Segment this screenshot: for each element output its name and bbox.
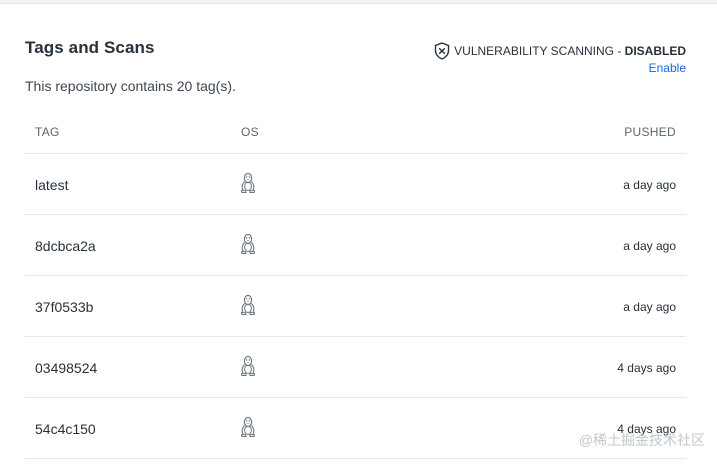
pushed-time: a day ago — [623, 300, 676, 314]
tag-count-text: This repository contains 20 tag(s). — [25, 78, 236, 94]
column-header-pushed[interactable]: PUSHED — [624, 125, 676, 139]
section-title: Tags and Scans — [25, 38, 155, 57]
tag-name[interactable]: 8dcbca2a — [35, 238, 96, 254]
table-row[interactable]: latest a day ago — [25, 154, 686, 215]
pushed-time: a day ago — [623, 178, 676, 192]
table-row[interactable]: 37f0533b a day ago — [25, 276, 686, 337]
tag-name[interactable]: 37f0533b — [35, 299, 93, 315]
vulnerability-label: VULNERABILITY SCANNING - — [454, 44, 625, 58]
tag-name[interactable]: 03498524 — [35, 360, 97, 376]
linux-icon — [239, 172, 257, 194]
watermark: @稀土掘金技术社区 — [578, 432, 705, 448]
tags-and-scans-panel: Tags and Scans This repository contains … — [0, 4, 717, 464]
linux-icon — [239, 233, 257, 255]
linux-icon — [239, 355, 257, 377]
column-header-tag: TAG — [35, 125, 60, 139]
linux-icon — [239, 294, 257, 316]
table-header: TAG OS PUSHED — [25, 113, 686, 154]
tag-name[interactable]: 54c4c150 — [35, 421, 96, 437]
table-row[interactable]: 03498524 4 days ago — [25, 337, 686, 398]
column-header-os: OS — [241, 125, 259, 139]
tag-name[interactable]: latest — [35, 177, 68, 193]
tags-table: TAG OS PUSHED latest a day ago 8dcbca2a — [25, 113, 686, 459]
enable-scanning-link[interactable]: Enable — [649, 61, 686, 75]
pushed-time: a day ago — [623, 239, 676, 253]
table-row[interactable]: 8dcbca2a a day ago — [25, 215, 686, 276]
linux-icon — [239, 416, 257, 438]
vulnerability-status: DISABLED — [624, 44, 686, 58]
vulnerability-scanning-status: VULNERABILITY SCANNING - DISABLED — [434, 42, 686, 60]
pushed-time: 4 days ago — [617, 361, 676, 375]
shield-x-icon — [434, 42, 450, 60]
